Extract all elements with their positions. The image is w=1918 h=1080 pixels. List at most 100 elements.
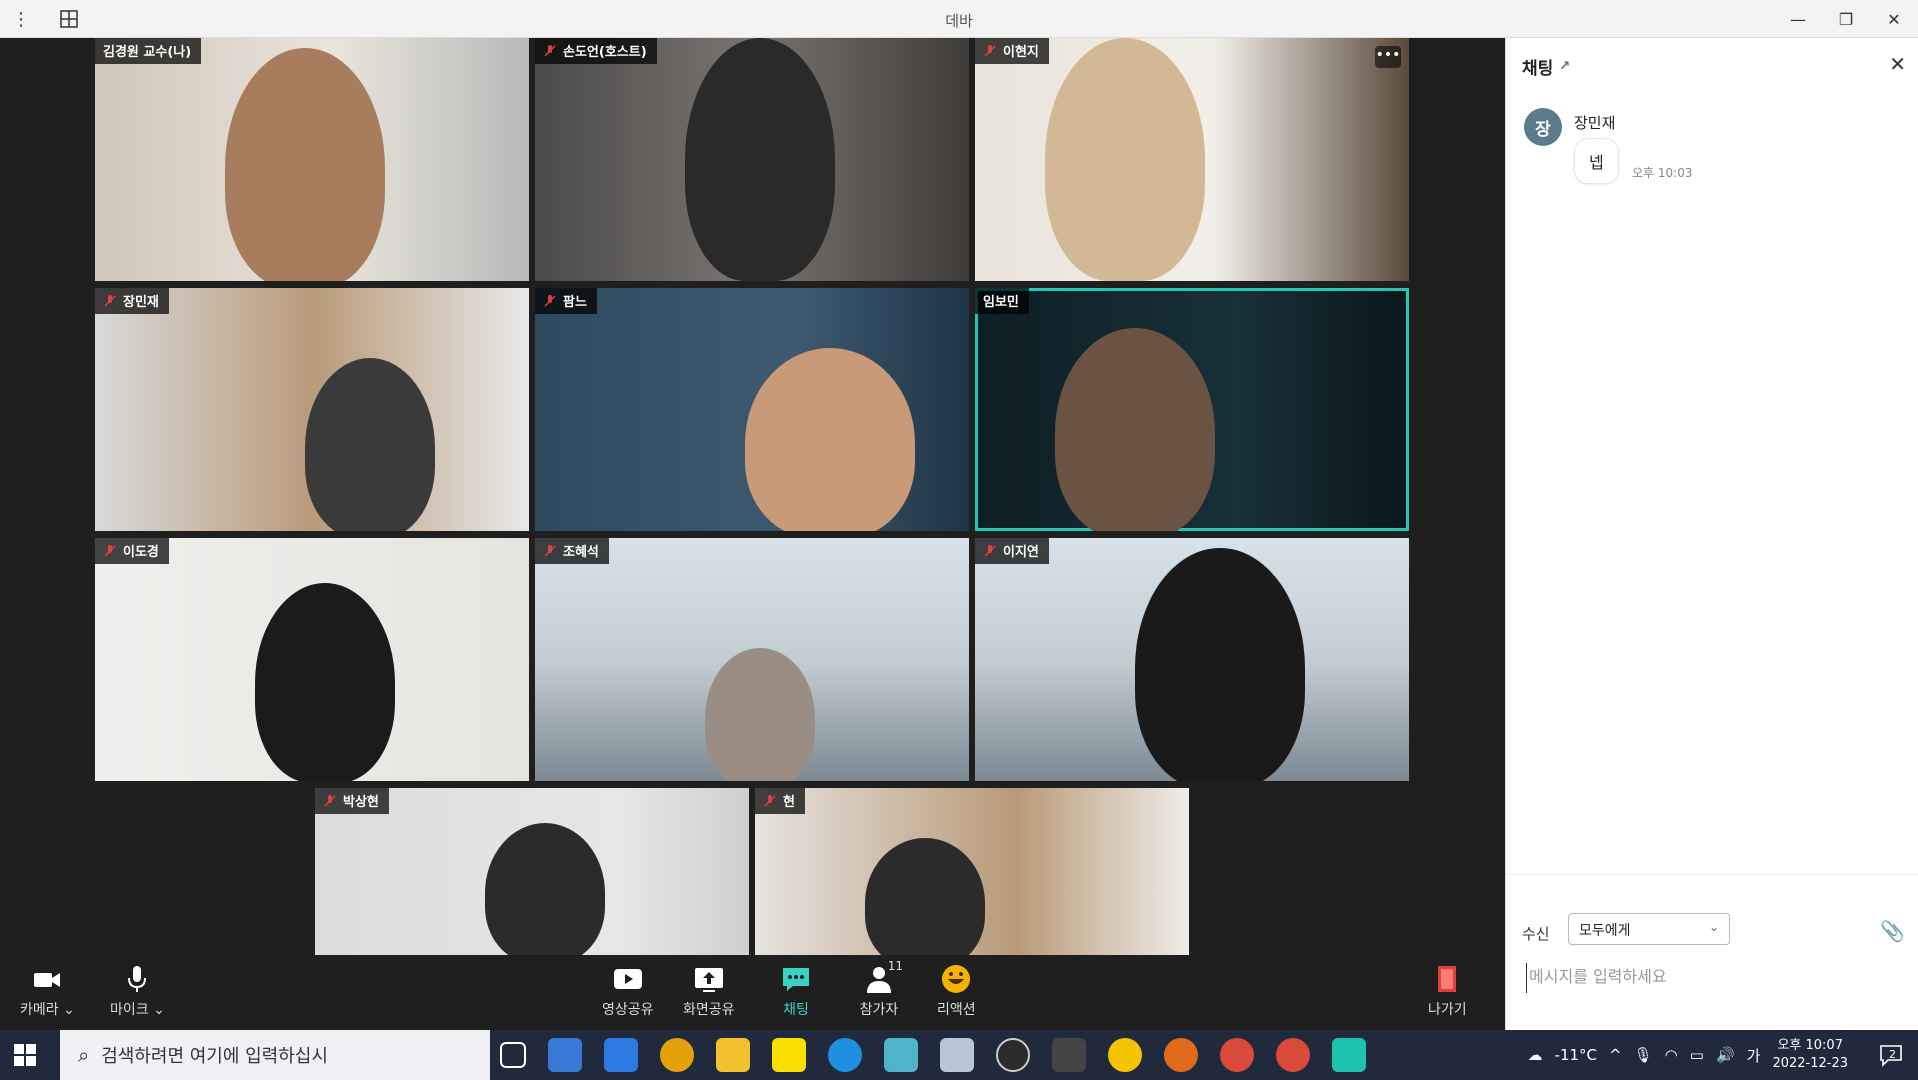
- camera-icon: [34, 973, 61, 987]
- leave-button[interactable]: 나가기: [1428, 963, 1467, 1019]
- windows-start-icon[interactable]: [14, 1044, 36, 1066]
- participant-name: 김경원 교수(나): [95, 38, 202, 64]
- clapper-icon[interactable]: [1052, 1038, 1086, 1072]
- participant-name: 현: [755, 788, 805, 814]
- participant-name: 조혜석: [535, 538, 609, 564]
- chrome-icon[interactable]: [660, 1038, 694, 1072]
- attach-file-icon[interactable]: 📎: [1880, 919, 1905, 943]
- chrome-profile-icon[interactable]: [1220, 1038, 1254, 1072]
- exit-door-icon: [1438, 966, 1457, 992]
- share-video-button[interactable]: 영상공유: [602, 963, 654, 1019]
- minimize-button[interactable]: —: [1774, 0, 1822, 38]
- participant-name: 손도언(호스트): [535, 38, 657, 64]
- chevron-up-icon[interactable]: ^: [1609, 1046, 1622, 1064]
- close-window-button[interactable]: ✕: [1870, 0, 1918, 38]
- chat-title: 채팅 ↗: [1522, 59, 1571, 79]
- popout-icon[interactable]: ↗: [1559, 59, 1570, 74]
- task-view-icon[interactable]: [500, 1042, 526, 1068]
- video-tile[interactable]: 박상현: [315, 788, 749, 955]
- video-tile[interactable]: 팜느: [535, 288, 969, 531]
- screen-share-icon: [694, 968, 723, 992]
- taskbar-apps: [500, 1038, 1366, 1072]
- meeting-toolbar: 카메라 ⌄ 마이크 ⌄ 영상공유 화면공유 채팅 11 참가자 리액션 나가기: [0, 955, 1505, 1030]
- app-icon[interactable]: [1164, 1038, 1198, 1072]
- microphone-icon: [128, 966, 147, 992]
- restore-button[interactable]: ❐: [1822, 0, 1870, 38]
- mic-muted-icon: [764, 794, 776, 807]
- weather-icon[interactable]: ☁: [1528, 1046, 1543, 1064]
- microphone-tray-icon[interactable]: 🎙: [1634, 1046, 1653, 1064]
- avatar: 장: [1524, 108, 1562, 146]
- video-tile[interactable]: 이지연: [975, 538, 1409, 781]
- mic-muted-icon: [104, 544, 116, 557]
- mic-muted-icon: [324, 794, 336, 807]
- participant-name: 이도경: [95, 538, 169, 564]
- mic-muted-icon: [984, 44, 996, 57]
- video-tile[interactable]: 이현지 •••: [975, 38, 1409, 281]
- chat-bubble-icon: [783, 968, 809, 991]
- recipient-select[interactable]: 모두에게 ⌄: [1568, 913, 1730, 945]
- recipient-label: 수신: [1522, 925, 1550, 943]
- volume-icon[interactable]: 🔊: [1716, 1046, 1735, 1064]
- chat-composer: 수신 모두에게 ⌄ 📎 메시지를 입력하세요: [1506, 874, 1918, 1030]
- weather-temp: -11°C: [1554, 1046, 1598, 1064]
- play-icon[interactable]: [1108, 1038, 1142, 1072]
- video-grid: 김경원 교수(나) 손도언(호스트) 이현지 ••• 장민재 팜느 임보민 이도…: [0, 38, 1505, 955]
- mic-muted-icon: [544, 544, 556, 557]
- message-time: 오후 10:03: [1632, 166, 1693, 180]
- message-input[interactable]: 메시지를 입력하세요: [1526, 963, 1896, 993]
- smiley-icon: [942, 965, 971, 993]
- pc-app-icon[interactable]: [548, 1038, 582, 1072]
- video-tile[interactable]: 이도경: [95, 538, 529, 781]
- edge-icon[interactable]: [828, 1038, 862, 1072]
- system-tray: ☁ -11°C ^ 🎙 ◠ ▭ 🔊 가 오후 10:07 2022-12-23: [1528, 1030, 1848, 1080]
- store-icon[interactable]: [604, 1038, 638, 1072]
- search-icon: ⌕: [78, 1043, 90, 1067]
- video-tile[interactable]: 손도언(호스트): [535, 38, 969, 281]
- wifi-icon[interactable]: ◠: [1665, 1046, 1678, 1064]
- video-tile[interactable]: 김경원 교수(나): [95, 38, 529, 281]
- participant-name: 팜느: [535, 288, 597, 314]
- mic-button[interactable]: 마이크 ⌄: [110, 963, 165, 1019]
- ime-indicator[interactable]: 가: [1747, 1045, 1761, 1066]
- chrome-profile-icon[interactable]: [1276, 1038, 1310, 1072]
- participant-name: 임보민: [975, 288, 1029, 314]
- play-video-icon: [613, 969, 642, 989]
- video-tile[interactable]: 조혜석: [535, 538, 969, 781]
- video-tile[interactable]: 장민재: [95, 288, 529, 531]
- taskbar-search-box[interactable]: ⌕ 검색하려면 여기에 입력하십시: [60, 1030, 490, 1080]
- participant-name: 이현지: [975, 38, 1049, 64]
- battery-icon[interactable]: ▭: [1690, 1046, 1704, 1064]
- windows-taskbar: ⌕ 검색하려면 여기에 입력하십시 ☁ -11°C ^ 🎙 ◠ ▭ 🔊 가 오후…: [0, 1030, 1918, 1080]
- mic-muted-icon: [544, 44, 556, 57]
- camera-button[interactable]: 카메라 ⌄: [20, 963, 75, 1019]
- obs-icon[interactable]: [996, 1038, 1030, 1072]
- app-icon[interactable]: [940, 1038, 974, 1072]
- participants-count: 11: [887, 959, 903, 973]
- video-tile[interactable]: 현: [755, 788, 1189, 955]
- notification-center-icon[interactable]: 2: [1878, 1042, 1904, 1068]
- message-bubble: 넵: [1574, 138, 1619, 184]
- participant-name: 이지연: [975, 538, 1049, 564]
- message-sender: 장민재: [1574, 114, 1616, 132]
- share-screen-button[interactable]: 화면공유: [683, 963, 735, 1019]
- video-meeting-icon[interactable]: [1332, 1038, 1366, 1072]
- video-tile-active-speaker[interactable]: 임보민: [975, 288, 1409, 531]
- reaction-button[interactable]: 리액션: [937, 963, 976, 1019]
- more-options-button[interactable]: •••: [1375, 46, 1401, 68]
- folder-icon[interactable]: [716, 1038, 750, 1072]
- mic-muted-icon: [104, 294, 116, 307]
- title-bar: ⋮ 데바 — ❐ ✕: [0, 0, 1918, 38]
- mic-muted-icon: [544, 294, 556, 307]
- chat-button[interactable]: 채팅: [780, 963, 812, 1019]
- mic-muted-icon: [984, 544, 996, 557]
- clock[interactable]: 오후 10:07 2022-12-23: [1772, 1037, 1848, 1073]
- participants-button[interactable]: 11 참가자: [855, 959, 903, 1019]
- chat-panel: 채팅 ↗ ✕ 장 장민재 넵 오후 10:03 수신 모두에게 ⌄ 📎 메시지를…: [1505, 38, 1918, 1030]
- kakaotalk-icon[interactable]: [772, 1038, 806, 1072]
- chevron-down-icon: ⌄: [1708, 920, 1719, 934]
- close-chat-button[interactable]: ✕: [1889, 52, 1906, 76]
- app-icon[interactable]: [884, 1038, 918, 1072]
- window-title: 데바: [945, 12, 973, 30]
- participant-name: 장민재: [95, 288, 169, 314]
